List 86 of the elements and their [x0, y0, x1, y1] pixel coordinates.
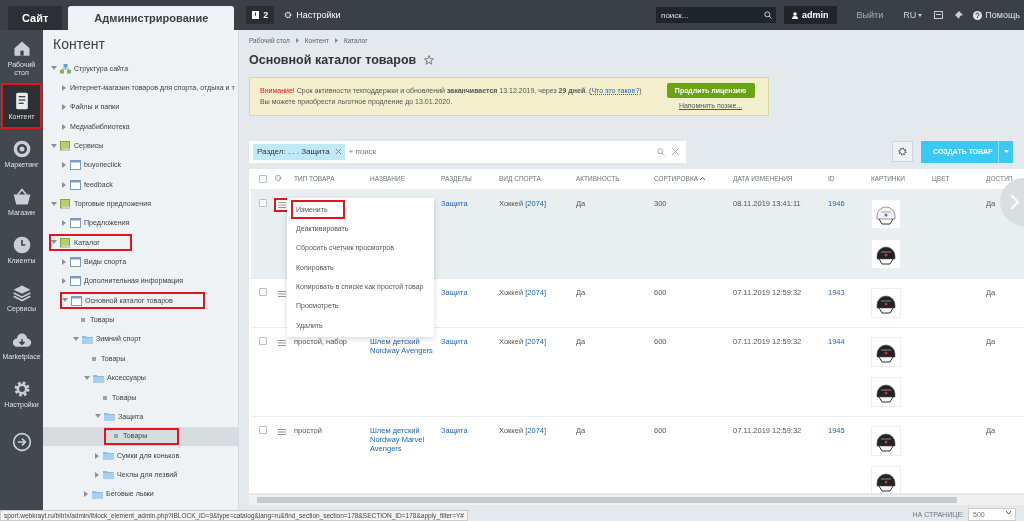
caret-icon — [1003, 150, 1009, 154]
bullet-icon — [114, 434, 118, 439]
collapse-arrow-icon[interactable] — [62, 298, 68, 304]
flag-icon — [252, 11, 260, 19]
panel-title: Контент — [53, 36, 106, 52]
group-icon — [60, 237, 71, 248]
user-icon — [792, 11, 799, 19]
chevron-icon — [295, 38, 299, 44]
group-icon — [60, 141, 71, 152]
top-tab[interactable]: Сайт — [8, 6, 63, 30]
expand-arrow-icon[interactable] — [62, 220, 67, 227]
collapse-arrow-icon[interactable] — [84, 375, 90, 381]
expand-arrow-icon[interactable] — [62, 181, 67, 188]
logout-link[interactable]: Выйти — [856, 10, 884, 20]
settings-icon — [898, 147, 907, 157]
arrow-right-icon — [11, 432, 32, 452]
expand-arrow-icon[interactable] — [62, 259, 67, 266]
pin-icon[interactable] — [955, 11, 964, 19]
panel-icon[interactable] — [934, 11, 944, 19]
folder-icon — [103, 451, 114, 461]
target-icon — [11, 139, 32, 160]
chevron-right-icon — [1010, 194, 1019, 210]
bullet-icon — [103, 395, 107, 400]
expand-arrow-icon[interactable] — [62, 278, 67, 285]
layers-icon — [11, 283, 32, 304]
expand-arrow-icon[interactable] — [95, 471, 100, 478]
caret-icon — [1006, 511, 1011, 514]
close-icon[interactable] — [672, 148, 679, 156]
search-field[interactable]: поиск... — [656, 7, 777, 23]
star-icon[interactable] — [424, 55, 435, 66]
settings-icon — [284, 11, 293, 19]
collapse-arrow-icon[interactable] — [73, 337, 79, 342]
basket-icon — [11, 187, 32, 208]
group-icon — [60, 199, 71, 210]
checkbox[interactable] — [259, 425, 267, 434]
collapse-arrow-icon[interactable] — [51, 240, 57, 246]
settings-button[interactable] — [892, 141, 913, 163]
expand-arrow-icon[interactable] — [62, 123, 67, 130]
list-icon — [70, 218, 81, 229]
help-link[interactable]: Помощь — [973, 10, 1020, 20]
list-icon — [70, 257, 81, 268]
bullet-icon — [92, 356, 96, 361]
list-icon — [70, 276, 81, 287]
caret-icon[interactable] — [918, 13, 923, 17]
folder-icon — [103, 470, 114, 480]
list-icon — [70, 160, 81, 171]
expand-arrow-icon[interactable] — [62, 104, 67, 111]
top-tab[interactable]: Администрирование — [68, 6, 235, 30]
expand-arrow-icon[interactable] — [62, 85, 67, 91]
expand-arrow-icon[interactable] — [95, 452, 100, 459]
settings-link[interactable]: Настройки — [284, 10, 341, 20]
chevron-icon — [334, 38, 338, 44]
filter-chip[interactable]: Раздел: . . . Защита — [253, 143, 345, 160]
sitemap-icon — [60, 63, 71, 74]
notification-button[interactable]: 2 — [246, 6, 275, 24]
collapse-arrow-icon[interactable] — [51, 143, 57, 149]
folder-icon — [82, 335, 93, 344]
menu-icon — [278, 201, 286, 208]
search-icon[interactable] — [764, 11, 773, 19]
close-icon[interactable] — [335, 149, 341, 155]
help-icon — [973, 10, 983, 20]
clock-icon — [11, 235, 32, 256]
filter-field[interactable]: Раздел: . . . Защита + поиск — [249, 140, 686, 163]
checkbox[interactable] — [259, 198, 267, 207]
menu-icon — [278, 290, 286, 297]
user-button[interactable]: admin — [784, 6, 837, 24]
folder-icon — [92, 489, 103, 499]
collapse-arrow-icon[interactable] — [95, 414, 101, 420]
list-icon — [71, 295, 82, 306]
language-dropdown[interactable]: RU — [903, 10, 917, 20]
bullet-icon — [81, 318, 85, 323]
checkbox[interactable] — [259, 336, 267, 345]
checkbox[interactable] — [259, 174, 267, 183]
folder-icon — [104, 412, 115, 422]
horizontal-scrollbar[interactable] — [249, 495, 1024, 505]
settings-icon[interactable] — [274, 174, 282, 183]
checkbox[interactable] — [259, 287, 267, 296]
collapse-arrow-icon[interactable] — [51, 66, 57, 72]
menu-icon — [278, 428, 286, 435]
page-title: Основной каталог товаров — [249, 53, 417, 68]
folder-icon — [93, 373, 104, 383]
collapse-arrow-icon[interactable] — [51, 201, 57, 207]
list-icon — [70, 179, 81, 190]
expand-arrow-icon[interactable] — [62, 162, 67, 169]
expand-arrow-icon[interactable] — [84, 491, 89, 498]
menu-icon — [278, 339, 286, 346]
